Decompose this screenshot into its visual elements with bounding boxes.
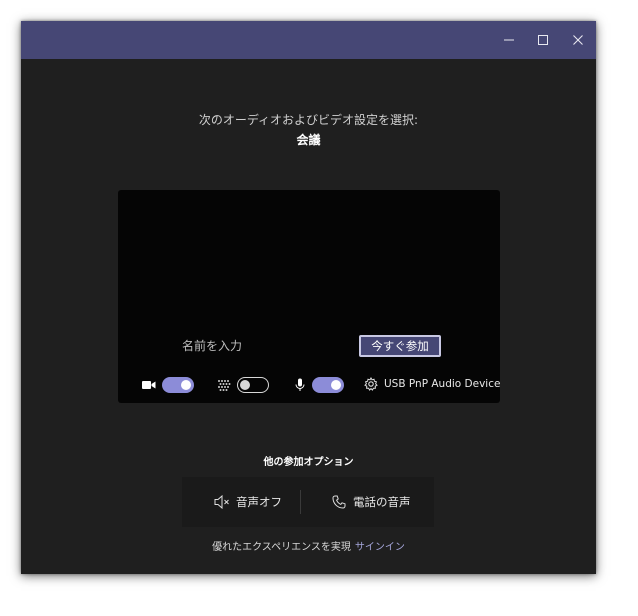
settings-prompt: 次のオーディオおよびビデオ設定を選択: [198,113,419,127]
blur-toggle-knob [240,380,250,390]
phone-audio-label: 電話の音声 [353,495,411,509]
meeting-title: 会議 [296,133,321,147]
gear-icon [364,377,378,391]
teams-join-window: 次のオーディオおよびビデオ設定を選択: 会議 今すぐ参加 [21,21,596,574]
audio-device-label: USB PnP Audio Device [384,378,501,390]
name-input[interactable] [162,335,332,357]
speaker-off-icon [214,495,229,509]
camera-icon [142,381,156,389]
audio-off-option[interactable]: 音声オフ [214,477,282,527]
device-settings[interactable]: USB PnP Audio Device [364,377,500,391]
other-join-options-title: 他の参加オプション [263,457,354,468]
phone-icon [332,495,346,509]
minimize-icon [504,39,514,41]
maximize-icon [538,35,548,45]
microphone-icon [295,378,305,391]
signin-prompt: 優れたエクスペリエンスを実現 サインイン [21,538,596,553]
other-join-options: 音声オフ 電話の音声 [182,477,434,527]
microphone-toggle-knob [331,380,341,390]
join-now-button[interactable]: 今すぐ参加 [359,335,441,357]
microphone-toggle[interactable] [312,377,344,393]
signin-prompt-text: 優れたエクスペリエンスを実現 [212,542,351,553]
camera-control [142,377,194,393]
close-button[interactable] [561,21,595,59]
video-preview-panel: 今すぐ参加 [118,190,500,403]
microphone-control [295,377,344,393]
options-divider [300,490,301,514]
minimize-button[interactable] [492,21,526,59]
blur-icon [218,380,231,391]
background-blur-control [217,377,269,393]
signin-link[interactable]: サインイン [355,542,405,553]
phone-audio-option[interactable]: 電話の音声 [332,477,411,527]
camera-toggle[interactable] [162,377,194,393]
title-bar [21,21,596,59]
camera-toggle-knob [181,380,191,390]
background-blur-toggle[interactable] [237,377,269,393]
close-icon [573,35,583,45]
maximize-button[interactable] [526,21,560,59]
audio-off-label: 音声オフ [236,495,282,509]
